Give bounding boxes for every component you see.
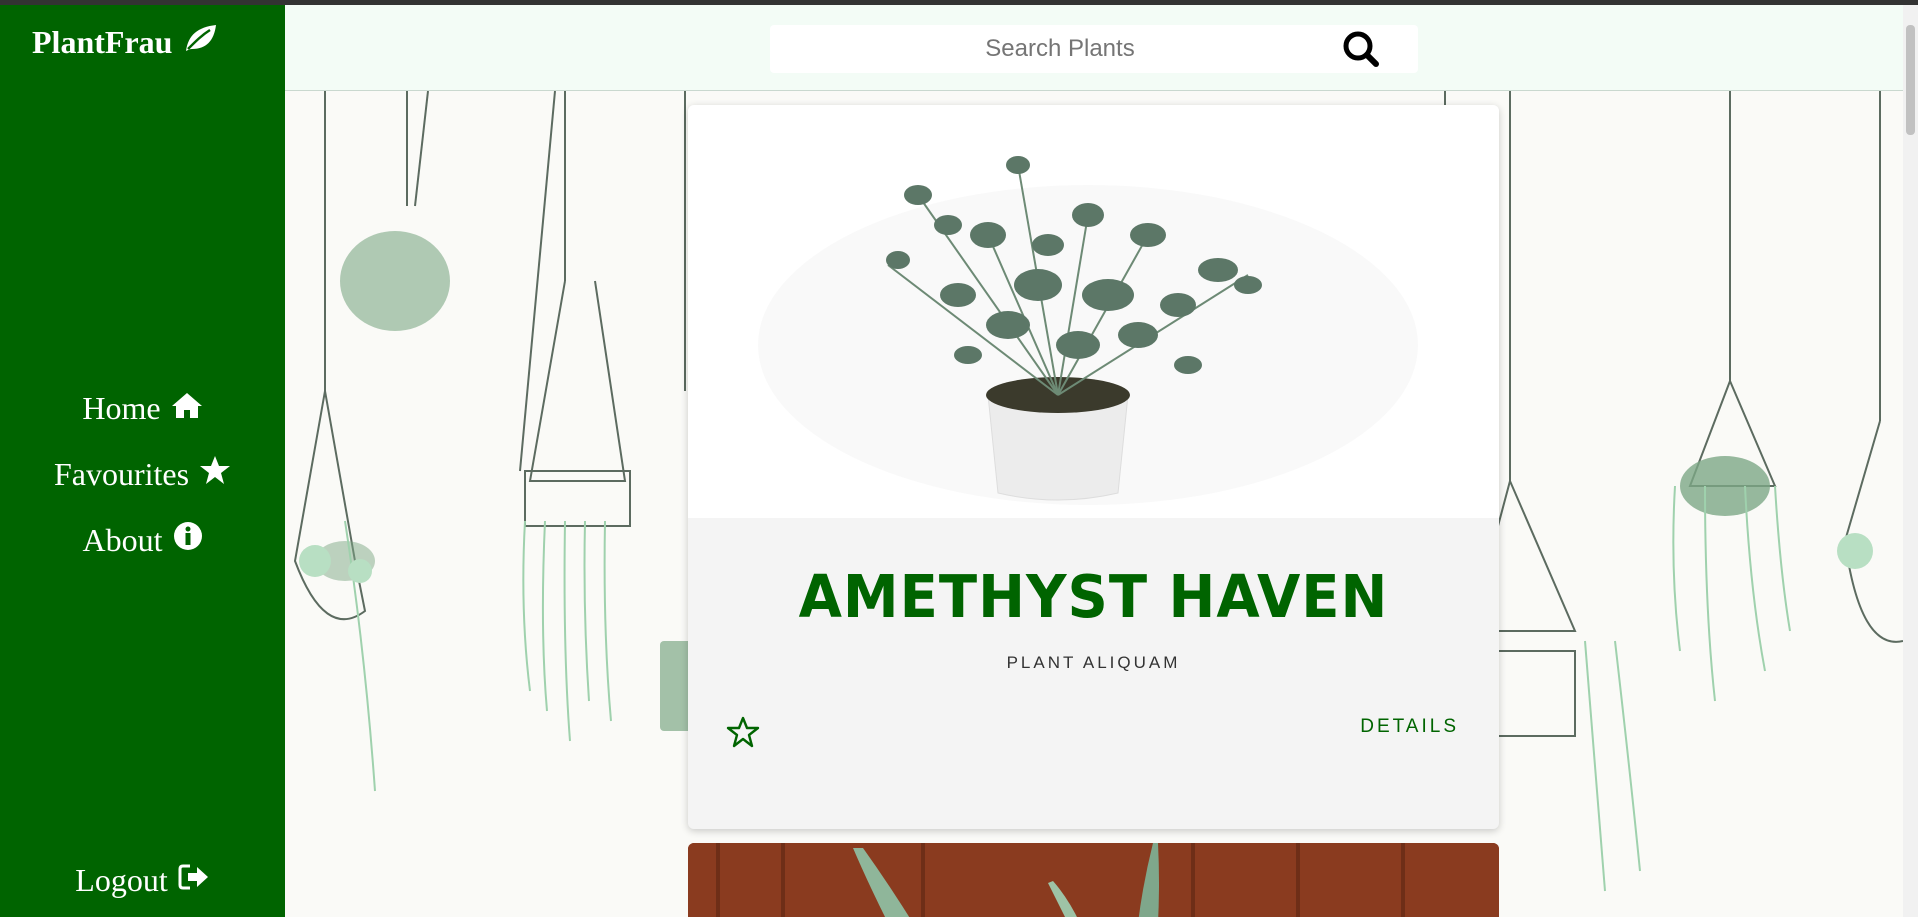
brand-name: PlantFrau: [32, 23, 173, 60]
top-header: [285, 5, 1903, 91]
details-button[interactable]: DETAILS: [1360, 716, 1459, 738]
info-icon: [173, 521, 203, 559]
search-bar: [770, 25, 1418, 73]
star-icon: [199, 455, 231, 493]
plant-card-next[interactable]: [688, 843, 1499, 917]
sign-out-icon: [178, 862, 210, 899]
home-icon: [171, 390, 203, 427]
favourite-button[interactable]: [726, 715, 760, 749]
logout-button[interactable]: Logout: [0, 862, 285, 899]
search-button[interactable]: [1338, 29, 1386, 69]
leaf-icon: [182, 23, 218, 61]
sidebar-nav: Home Favourites About: [0, 375, 285, 573]
plant-card: AMETHYST HAVEN PLANT ALIQUAM DETAILS: [688, 105, 1499, 829]
search-icon: [1343, 31, 1379, 67]
sidebar: PlantFrau Home Favourites About Logout: [0, 5, 285, 917]
logout-label: Logout: [75, 862, 168, 898]
brand-logo[interactable]: PlantFrau: [32, 23, 218, 61]
page-scrollbar[interactable]: [1903, 5, 1918, 917]
sidebar-item-home[interactable]: Home: [0, 375, 285, 441]
sidebar-item-label: Favourites: [53, 455, 190, 492]
plant-image[interactable]: [688, 105, 1499, 518]
sidebar-item-label: Home: [82, 389, 161, 426]
sidebar-item-about[interactable]: About: [0, 507, 285, 573]
plant-species: PLANT ALIQUAM: [1006, 653, 1181, 672]
sidebar-item-label: About: [82, 521, 163, 558]
star-outline-icon: [726, 716, 760, 748]
plant-name: AMETHYST HAVEN: [798, 563, 1389, 632]
plant-image: [688, 843, 1499, 917]
sidebar-item-favourites[interactable]: Favourites: [0, 441, 285, 507]
scrollbar-thumb[interactable]: [1906, 25, 1915, 135]
search-input[interactable]: [770, 25, 1350, 73]
